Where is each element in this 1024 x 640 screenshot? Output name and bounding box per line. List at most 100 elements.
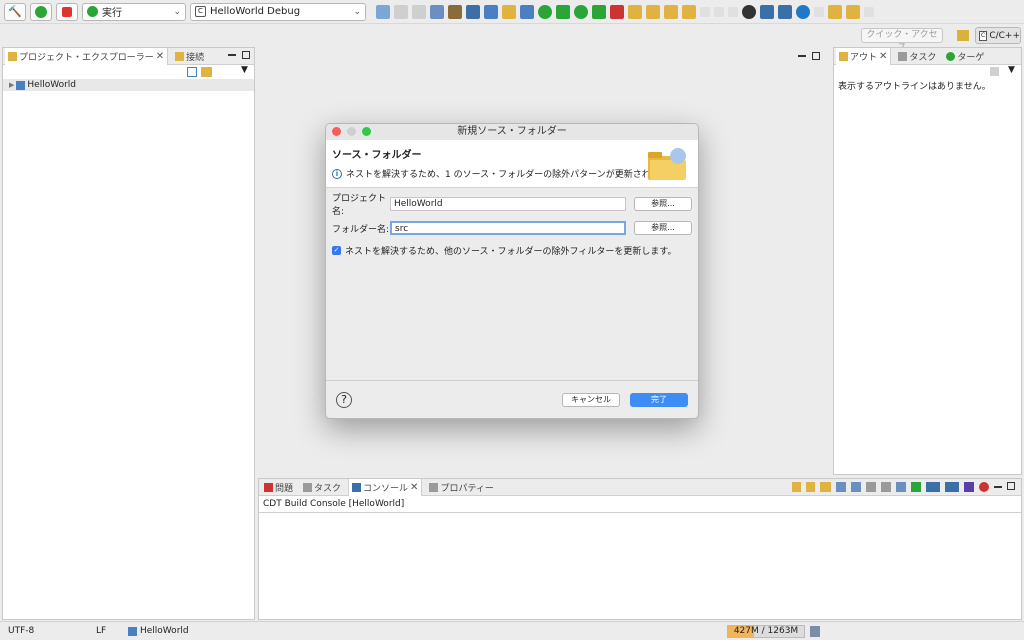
outline-action-icon[interactable] [990,67,999,76]
open-folder-icon[interactable] [664,4,678,19]
new-folder-icon[interactable] [502,4,516,19]
heap-status[interactable]: 427M / 1263M [727,625,805,638]
minimize-icon[interactable] [798,55,806,58]
remove-icon[interactable] [964,482,974,492]
tab-project-explorer[interactable]: プロジェクト・エクスプローラー ✕ [5,47,169,65]
outline-message: 表示するアウトラインはありません。 [838,82,991,92]
perspective-cpp-button[interactable]: C C/C++ [975,27,1021,44]
tab-console[interactable]: コンソール ✕ [348,478,423,496]
open-perspective-icon[interactable] [957,30,969,41]
run-history-icon[interactable] [574,4,588,19]
checkbox-checked-icon[interactable]: ✓ [332,246,341,255]
external-tools-icon[interactable] [610,4,624,19]
maximize-icon[interactable] [1007,482,1015,490]
update-exclusion-checkbox-row[interactable]: ✓ ネストを解決するため、他のソース・フォルダーの除外フィルターを更新します。 [332,244,692,257]
source-folder-icon [648,148,686,180]
new-project-icon[interactable] [484,4,498,19]
close-icon[interactable]: ✕ [410,482,418,493]
launch-target-select[interactable]: C HelloWorld Debug ⌄ [190,2,366,21]
dialog-header: ソース・フォルダー i ネストを解決するため、1 のソース・フォルダーの除外パタ… [326,140,698,188]
tab-label: ターゲ [957,52,985,63]
run-config-select[interactable]: 実行 ⌄ [82,2,186,21]
outline-panel: アウト ✕ タスク ターゲ ▼ 表示するアウトラインはありません。 [833,47,1022,475]
print-icon[interactable] [412,4,426,19]
tab-problems[interactable]: 問題 [261,479,296,496]
run-icon [35,5,47,18]
expand-arrow-icon[interactable]: ▶ [9,81,14,89]
project-name-field[interactable]: HelloWorld [390,197,626,211]
new-class-icon[interactable] [520,4,534,19]
tree-item[interactable]: ▶ HelloWorld [3,79,254,91]
link-editor-icon[interactable] [201,67,212,77]
back-icon[interactable] [828,4,842,19]
open-element-icon[interactable] [646,4,660,19]
display-console-icon[interactable] [911,482,921,492]
tab-tasks[interactable]: タスク [895,48,939,65]
browse-project-button[interactable]: 参照... [634,197,692,211]
terminal-icon[interactable] [760,4,774,19]
browse-folder-button[interactable]: 参照... [634,221,692,235]
view-menu-icon[interactable]: ▼ [1008,65,1015,75]
cancel-button[interactable]: キャンセル [562,392,620,407]
arrow-down-icon[interactable] [792,482,801,492]
tab-outline[interactable]: アウト ✕ [836,47,892,65]
bug-icon[interactable] [742,4,756,19]
disabled-icon [814,6,824,17]
tree-item-label: HelloWorld [27,80,76,90]
run-button[interactable] [30,2,52,21]
build-config-icon[interactable] [430,4,444,19]
clear-icon[interactable] [851,482,861,492]
project-explorer-panel: プロジェクト・エクスプローラー ✕ 接続 ▼ ▶ HelloWorld [2,47,255,620]
pin-icon[interactable] [896,482,906,492]
trash-icon[interactable] [810,626,820,637]
tab-connections[interactable]: 接続 [172,48,207,65]
tab-label: 接続 [186,52,205,63]
minimize-window-button[interactable] [347,127,356,136]
arrow-up-icon[interactable] [806,482,815,492]
forward-icon[interactable] [846,4,860,19]
debug-icon[interactable] [556,4,570,19]
minimize-icon[interactable] [228,54,236,57]
close-icon[interactable]: ✕ [156,51,164,62]
build-all-icon[interactable] [448,4,462,19]
maximize-icon[interactable] [812,52,820,60]
finish-button[interactable]: 完了 [630,392,688,407]
tab-label: プロパティー [440,483,494,494]
coverage-icon[interactable] [592,4,606,19]
copy-icon[interactable] [836,482,846,492]
tool-icon[interactable] [778,4,792,19]
terminate-icon[interactable] [979,482,989,492]
minimize-icon[interactable] [994,486,1002,489]
tab-targets[interactable]: ターゲ [943,48,987,65]
tab-properties[interactable]: プロパティー [426,479,496,496]
collapse-all-icon[interactable] [187,67,197,77]
build-button[interactable]: 🔨 [4,2,26,21]
link-icon[interactable] [820,482,831,492]
quick-access-input[interactable]: クイック・アクセス [861,28,943,53]
close-window-button[interactable] [332,127,341,136]
zoom-window-button[interactable] [362,127,371,136]
folder-name-field[interactable]: src [390,221,626,235]
view-menu-icon[interactable]: ▼ [241,65,248,75]
scroll-lock-icon[interactable] [866,482,876,492]
tab-tasks[interactable]: タスク [300,479,344,496]
word-wrap-icon[interactable] [881,482,891,492]
panel-window-controls [228,51,250,59]
save-icon[interactable] [394,4,408,19]
console-icon[interactable] [466,4,480,19]
gear-icon[interactable] [796,4,810,19]
new-console-icon[interactable] [945,482,959,492]
search-icon[interactable] [538,4,552,19]
pen-icon[interactable] [682,4,696,19]
connections-icon [175,51,185,61]
stop-button[interactable] [56,2,78,21]
open-console-icon[interactable] [926,482,940,492]
open-type-icon[interactable] [628,4,642,19]
new-wizard-icon[interactable] [376,4,390,19]
project-status: HelloWorld [128,626,189,636]
maximize-icon[interactable] [242,51,250,59]
help-icon[interactable]: ? [336,391,352,408]
dialog-header-title: ソース・フォルダー [332,150,422,161]
c-project-icon [128,626,137,636]
close-icon[interactable]: ✕ [879,51,887,62]
